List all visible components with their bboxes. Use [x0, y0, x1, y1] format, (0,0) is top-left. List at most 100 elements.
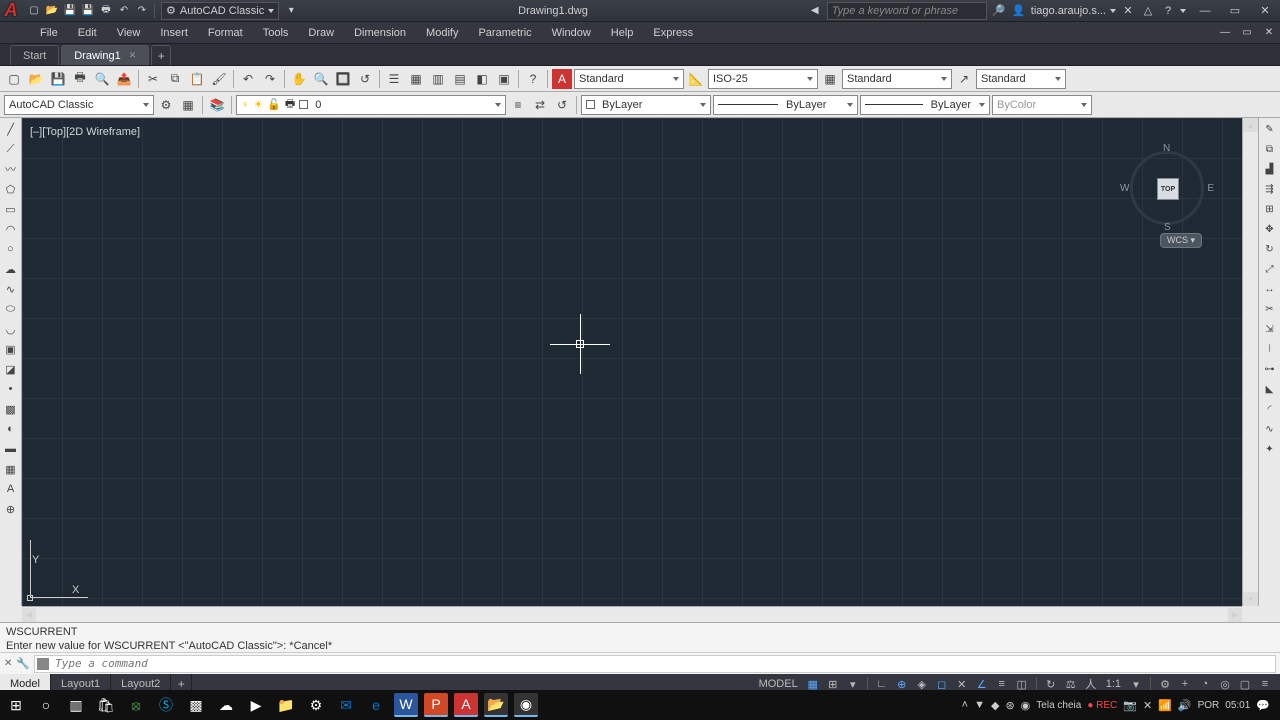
insert-block-icon[interactable]: ▣ — [2, 340, 20, 358]
skype-icon[interactable]: Ⓢ — [154, 693, 178, 717]
ellipse-arc-icon[interactable]: ◡ — [2, 320, 20, 338]
undo-icon[interactable]: ↶ — [116, 3, 132, 19]
anno-scale-select[interactable]: 1:1 — [1102, 678, 1125, 690]
infocenter-icon[interactable]: 🔎 — [991, 3, 1007, 19]
hatch-icon[interactable]: ▩ — [2, 400, 20, 418]
menu-modify[interactable]: Modify — [416, 22, 468, 44]
revcloud-icon[interactable]: ☁ — [2, 260, 20, 278]
arc-icon[interactable]: ◠ — [2, 220, 20, 238]
word-icon[interactable]: W — [394, 693, 418, 717]
help-icon[interactable]: ? — [1160, 3, 1176, 19]
a360-icon[interactable]: △ — [1140, 3, 1156, 19]
viewcube-n[interactable]: N — [1163, 143, 1170, 154]
start-button[interactable]: ⊞ — [4, 693, 28, 717]
tray-icon[interactable]: ⊛ — [1005, 699, 1014, 712]
zoom-window-icon[interactable]: 🔲 — [333, 69, 353, 89]
region-icon[interactable]: ▬ — [2, 440, 20, 458]
wrench-icon[interactable]: 🔧 — [16, 657, 30, 670]
onedrive-icon[interactable]: ☁ — [214, 693, 238, 717]
linetype-select[interactable]: ByLayer — [713, 95, 858, 115]
signin-icon[interactable]: 👤 — [1011, 3, 1027, 19]
undo-icon[interactable]: ↶ — [238, 69, 258, 89]
join-icon[interactable]: ⊶ — [1261, 360, 1279, 378]
menu-express[interactable]: Express — [643, 22, 703, 44]
erase-icon[interactable]: ✎ — [1261, 120, 1279, 138]
blend-icon[interactable]: ∿ — [1261, 420, 1279, 438]
layer-states-icon[interactable]: ≡ — [508, 95, 528, 115]
tool-palettes-icon[interactable]: ▥ — [428, 69, 448, 89]
cortana-icon[interactable]: ○ — [34, 693, 58, 717]
scale-icon[interactable]: ⤢ — [1261, 260, 1279, 278]
viewcube-w[interactable]: W — [1120, 183, 1129, 194]
menu-dimension[interactable]: Dimension — [344, 22, 416, 44]
chamfer-icon[interactable]: ◣ — [1261, 380, 1279, 398]
cut-icon[interactable]: ✂ — [143, 69, 163, 89]
menu-format[interactable]: Format — [198, 22, 253, 44]
tray-icon[interactable]: ◆ — [991, 699, 999, 712]
scroll-left-icon[interactable]: ◀ — [22, 608, 36, 622]
horizontal-scrollbar[interactable]: ◀ ▶ — [22, 606, 1242, 622]
polygon-icon[interactable]: ⬠ — [2, 180, 20, 198]
menu-file[interactable]: File — [30, 22, 68, 44]
zoom-icon[interactable]: 🔍 — [311, 69, 331, 89]
fillet-icon[interactable]: ◜ — [1261, 400, 1279, 418]
table-style-select[interactable]: Standard — [842, 69, 952, 89]
clock[interactable]: 05:01 — [1225, 700, 1250, 711]
fullscreen-label[interactable]: Tela cheia — [1036, 700, 1081, 711]
layer-iso-icon[interactable]: ⇄ — [530, 95, 550, 115]
store-icon[interactable]: 🛍 — [94, 693, 118, 717]
array-icon[interactable]: ⊞ — [1261, 200, 1279, 218]
qat-dropdown-icon[interactable]: ▾ — [283, 3, 299, 19]
move-icon[interactable]: ✥ — [1261, 220, 1279, 238]
dim-icon[interactable]: 📐 — [686, 69, 706, 89]
menu-window[interactable]: Window — [542, 22, 601, 44]
command-input[interactable] — [34, 655, 1276, 673]
make-block-icon[interactable]: ◪ — [2, 360, 20, 378]
copy-obj-icon[interactable]: ⧉ — [1261, 140, 1279, 158]
camera-icon[interactable]: 📷 — [1123, 699, 1137, 712]
save-icon[interactable]: 💾 — [48, 69, 68, 89]
add-selected-icon[interactable]: ⊕ — [2, 500, 20, 518]
outlook-icon[interactable]: ✉ — [334, 693, 358, 717]
user-name[interactable]: tiago.araujo.s... — [1031, 5, 1106, 17]
close-button[interactable]: ✕ — [1250, 0, 1280, 22]
color-select[interactable]: ByLayer — [581, 95, 711, 115]
save-icon[interactable]: 💾 — [62, 3, 78, 19]
new-icon[interactable]: ▢ — [4, 69, 24, 89]
new-icon[interactable]: ▢ — [26, 3, 42, 19]
publish-icon[interactable]: 📤 — [114, 69, 134, 89]
zoom-prev-icon[interactable]: ↺ — [355, 69, 375, 89]
workspace-switcher[interactable]: ⚙ AutoCAD Classic — [161, 2, 279, 20]
movies-icon[interactable]: ▶ — [244, 693, 268, 717]
chevron-down-icon[interactable] — [1110, 9, 1116, 13]
dim-style-select[interactable]: ISO-25 — [708, 69, 818, 89]
gear-icon[interactable]: ⚙ — [156, 95, 176, 115]
viewcube-top[interactable]: TOP — [1157, 178, 1179, 200]
menu-draw[interactable]: Draw — [298, 22, 344, 44]
open-icon[interactable]: 📂 — [44, 3, 60, 19]
properties-icon[interactable]: ☰ — [384, 69, 404, 89]
workspace-save-icon[interactable]: ▦ — [178, 95, 198, 115]
markup-icon[interactable]: ◧ — [472, 69, 492, 89]
offset-icon[interactable]: ⇶ — [1261, 180, 1279, 198]
xbox-icon[interactable]: ⦻ — [124, 693, 148, 717]
open-icon[interactable]: 📂 — [26, 69, 46, 89]
redo-icon[interactable]: ↷ — [134, 3, 150, 19]
menu-edit[interactable]: Edit — [68, 22, 107, 44]
preview-icon[interactable]: 🔍 — [92, 69, 112, 89]
scroll-down-icon[interactable]: ▼ — [1243, 592, 1258, 606]
explorer-window-icon[interactable]: 📂 — [484, 693, 508, 717]
notifications-icon[interactable]: 💬 — [1256, 699, 1270, 712]
copy-icon[interactable]: ⧉ — [165, 69, 185, 89]
vertical-scrollbar[interactable]: ▲ ▼ — [1242, 118, 1258, 606]
help-icon[interactable]: ? — [523, 69, 543, 89]
viewport-label[interactable]: [–][Top][2D Wireframe] — [30, 126, 140, 138]
file-explorer-icon[interactable]: 📁 — [274, 693, 298, 717]
mleader-icon[interactable]: ↗ — [954, 69, 974, 89]
table-icon[interactable]: ▦ — [2, 460, 20, 478]
mleader-style-select[interactable]: Standard — [976, 69, 1066, 89]
wifi-icon[interactable]: 📶 — [1158, 699, 1172, 712]
paste-icon[interactable]: 📋 — [187, 69, 207, 89]
mtext-icon[interactable]: A — [2, 480, 20, 498]
viewcube-s[interactable]: S — [1164, 222, 1171, 233]
